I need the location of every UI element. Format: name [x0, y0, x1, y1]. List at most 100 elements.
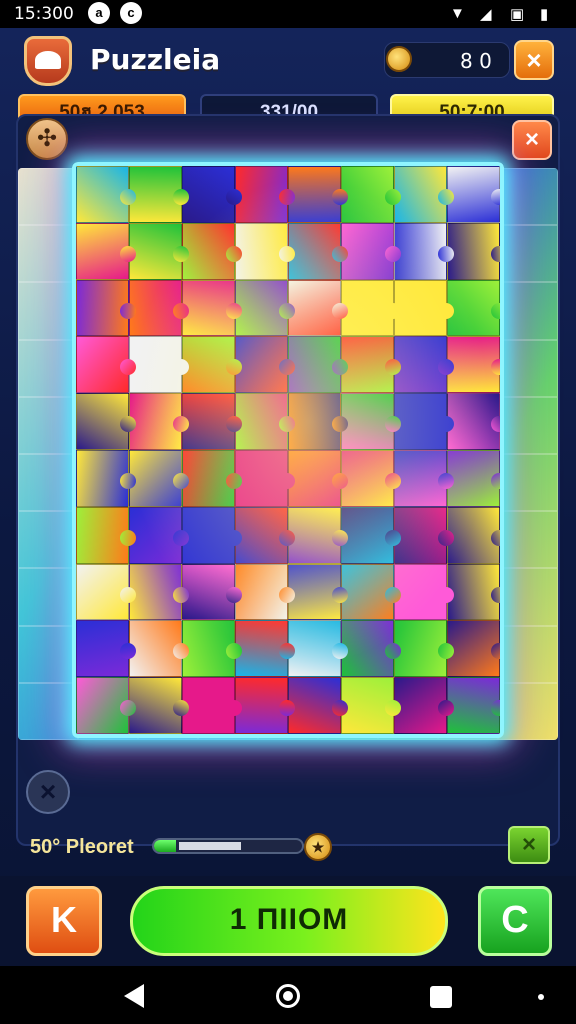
- puzzle-piece[interactable]: [447, 166, 500, 223]
- puzzle-piece[interactable]: [447, 450, 500, 507]
- puzzle-piece[interactable]: [129, 336, 189, 394]
- puzzle-piece[interactable]: [394, 506, 454, 564]
- puzzle-piece[interactable]: [341, 677, 401, 734]
- puzzle-piece[interactable]: [341, 393, 401, 450]
- data-icon: ▣: [510, 6, 525, 23]
- puzzle-piece[interactable]: [288, 222, 348, 280]
- play-button[interactable]: 1 ПIIOM: [130, 886, 448, 956]
- battery-icon: ▮: [540, 6, 549, 23]
- puzzle-piece[interactable]: [235, 677, 295, 734]
- puzzle-piece[interactable]: [288, 450, 348, 507]
- puzzle-piece[interactable]: [76, 620, 136, 678]
- background-piece-outline: [498, 339, 558, 397]
- puzzle-piece[interactable]: [182, 166, 242, 223]
- puzzle-piece[interactable]: [341, 222, 401, 280]
- puzzle-piece[interactable]: [394, 279, 454, 337]
- puzzle-piece[interactable]: [76, 677, 136, 734]
- puzzle-piece[interactable]: [76, 279, 136, 337]
- puzzle-piece[interactable]: [288, 506, 348, 564]
- puzzle-piece[interactable]: [447, 506, 500, 564]
- puzzle-piece[interactable]: [394, 393, 454, 450]
- puzzle-piece[interactable]: [76, 336, 136, 394]
- nav-recents-icon[interactable]: [430, 986, 452, 1008]
- puzzle-piece[interactable]: [341, 563, 401, 621]
- puzzle-piece[interactable]: [341, 450, 401, 507]
- puzzle-piece[interactable]: [182, 336, 242, 394]
- puzzle-piece[interactable]: [447, 563, 500, 621]
- puzzle-piece[interactable]: [129, 563, 189, 621]
- background-piece-outline: [18, 282, 78, 340]
- puzzle-piece[interactable]: [76, 563, 136, 621]
- hint-button[interactable]: ×: [26, 770, 70, 814]
- puzzle-piece[interactable]: [394, 677, 454, 734]
- puzzle-piece[interactable]: [182, 222, 242, 280]
- puzzle-piece[interactable]: [235, 506, 295, 564]
- puzzle-piece[interactable]: [341, 506, 401, 564]
- puzzle-tool-icon[interactable]: ✣: [26, 118, 68, 160]
- puzzle-piece[interactable]: [76, 506, 136, 564]
- puzzle-piece[interactable]: [447, 222, 500, 280]
- puzzle-piece[interactable]: [394, 620, 454, 678]
- back-arrow-button[interactable]: K: [26, 886, 102, 956]
- puzzle-piece[interactable]: [447, 620, 500, 678]
- puzzle-piece[interactable]: [288, 166, 348, 223]
- puzzle-piece[interactable]: [341, 336, 401, 394]
- puzzle-piece[interactable]: [129, 166, 189, 223]
- puzzle-piece[interactable]: [182, 620, 242, 678]
- game-title: Puzzleia: [90, 43, 221, 76]
- puzzle-piece[interactable]: [76, 222, 136, 280]
- puzzle-piece[interactable]: [394, 563, 454, 621]
- puzzle-piece[interactable]: [394, 336, 454, 394]
- background-piece-outline: [498, 225, 558, 283]
- puzzle-piece[interactable]: [341, 620, 401, 678]
- puzzle-piece[interactable]: [129, 279, 189, 337]
- puzzle-piece[interactable]: [235, 393, 295, 450]
- puzzle-piece[interactable]: [288, 620, 348, 678]
- background-piece-outline: [18, 511, 78, 569]
- restart-button[interactable]: C: [478, 886, 552, 956]
- puzzle-piece[interactable]: [235, 620, 295, 678]
- nav-back-icon[interactable]: [124, 984, 144, 1008]
- puzzle-piece[interactable]: [235, 279, 295, 337]
- puzzle-piece[interactable]: [76, 450, 136, 507]
- puzzle-piece[interactable]: [447, 677, 500, 734]
- puzzle-piece[interactable]: [182, 450, 242, 507]
- panel-close-button[interactable]: ×: [512, 120, 552, 160]
- puzzle-piece[interactable]: [182, 393, 242, 450]
- puzzle-piece[interactable]: [235, 563, 295, 621]
- puzzle-piece[interactable]: [288, 336, 348, 394]
- puzzle-piece[interactable]: [447, 393, 500, 450]
- puzzle-piece[interactable]: [76, 393, 136, 450]
- puzzle-piece[interactable]: [447, 279, 500, 337]
- puzzle-board[interactable]: [72, 162, 504, 738]
- puzzle-piece[interactable]: [76, 166, 136, 223]
- puzzle-piece[interactable]: [182, 506, 242, 564]
- puzzle-piece[interactable]: [288, 677, 348, 734]
- puzzle-piece[interactable]: [394, 222, 454, 280]
- puzzle-piece[interactable]: [341, 279, 401, 337]
- puzzle-piece[interactable]: [235, 222, 295, 280]
- confirm-button[interactable]: ×: [508, 826, 550, 864]
- puzzle-piece[interactable]: [394, 450, 454, 507]
- puzzle-piece[interactable]: [288, 563, 348, 621]
- header-close-button[interactable]: ×: [514, 40, 554, 80]
- puzzle-piece[interactable]: [129, 393, 189, 450]
- puzzle-piece[interactable]: [129, 506, 189, 564]
- puzzle-piece[interactable]: [182, 677, 242, 734]
- puzzle-piece[interactable]: [182, 279, 242, 337]
- puzzle-piece[interactable]: [394, 166, 454, 223]
- nav-home-icon[interactable]: [276, 984, 300, 1008]
- puzzle-piece[interactable]: [235, 166, 295, 223]
- puzzle-piece[interactable]: [129, 450, 189, 507]
- puzzle-piece[interactable]: [129, 677, 189, 734]
- puzzle-piece[interactable]: [288, 393, 348, 450]
- puzzle-piece[interactable]: [129, 222, 189, 280]
- puzzle-piece[interactable]: [182, 563, 242, 621]
- notification-icon-a: a: [88, 2, 110, 24]
- puzzle-piece[interactable]: [447, 336, 500, 394]
- puzzle-piece[interactable]: [341, 166, 401, 223]
- puzzle-piece[interactable]: [288, 279, 348, 337]
- puzzle-piece[interactable]: [235, 336, 295, 394]
- puzzle-piece[interactable]: [235, 450, 295, 507]
- puzzle-piece[interactable]: [129, 620, 189, 678]
